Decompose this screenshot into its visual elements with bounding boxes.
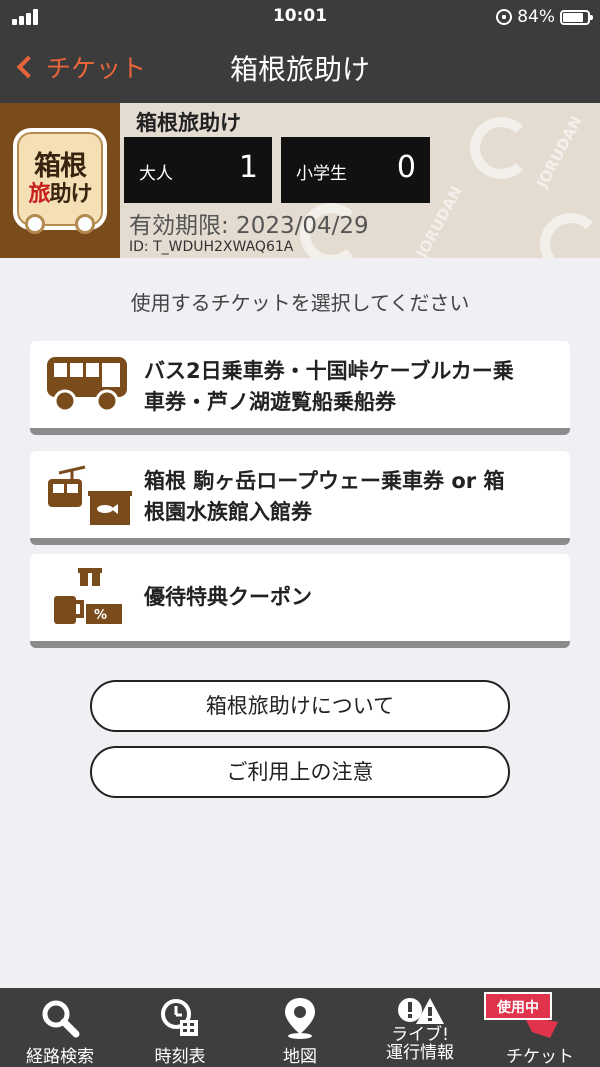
ticket-title: 箱根旅助け: [136, 111, 241, 135]
notes-button[interactable]: ご利用上の注意: [90, 746, 510, 798]
clock-icon: [161, 999, 198, 1036]
tab-label: 経路検索: [26, 1047, 94, 1067]
adult-label: 大人: [139, 164, 173, 184]
battery-icon: [560, 9, 593, 25]
tab-map[interactable]: 地図: [240, 988, 360, 1067]
ticket-id: ID: T_WDUH2XWAQ61A: [129, 239, 294, 255]
adult-count: 1: [238, 150, 258, 185]
option-coupon[interactable]: % 優待特典クーポン: [30, 554, 570, 648]
rotation-lock-icon: [496, 9, 513, 25]
svg-text:%: %: [94, 608, 107, 623]
about-button[interactable]: 箱根旅助けについて: [90, 680, 510, 732]
status-bar: 10:01 84%: [0, 0, 600, 34]
option-ropeway-aquarium[interactable]: 箱根 駒ヶ岳ロープウェー乗車券 or 箱 根園水族館入館券: [30, 451, 570, 545]
ticket-header: JORUDAN JORUDAN 箱根 旅助け 箱根旅助け 大人 1 小学生 0 …: [0, 103, 600, 258]
option-bus-cable-boat[interactable]: バス2日乗車券・十国峠ケーブルカー乗 車券・芦ノ湖遊覧船乗船券: [30, 341, 570, 435]
bus-icon: [47, 357, 127, 413]
validity-date: 有効期限: 2023/04/29: [129, 213, 369, 239]
child-label: 小学生: [296, 164, 347, 184]
option-label-line2: 車券・芦ノ湖遊覧船乗船券: [144, 390, 396, 414]
nav-bar: チケット 箱根旅助け: [0, 34, 600, 100]
instruction-text: 使用するチケットを選択してください: [130, 291, 470, 315]
map-pin-icon: [285, 998, 315, 1039]
tab-label: 地図: [283, 1047, 317, 1067]
option-label-line1: バス2日乗車券・十国峠ケーブルカー乗: [144, 359, 514, 383]
watermark-logo: [470, 117, 532, 179]
coupon-icon: %: [54, 568, 122, 624]
live-info-icon: [398, 998, 444, 1024]
page-title: 箱根旅助け: [229, 53, 370, 86]
hakone-bus-logo: 箱根 旅助け: [13, 128, 107, 234]
in-use-badge: 使用中: [484, 992, 552, 1020]
adult-count-box: 大人 1: [124, 137, 272, 203]
logo-text-line2: 旅助け: [28, 182, 92, 207]
watermark-text: JORUDAN: [532, 113, 586, 191]
tab-label: チケット: [506, 1047, 574, 1067]
ticket-logo-panel: 箱根 旅助け: [0, 103, 120, 258]
option-label-line2: 根園水族館入館券: [144, 500, 312, 524]
ropeway-aquarium-icon: [48, 465, 132, 525]
battery-percent: 84%: [517, 7, 555, 27]
tab-route-search[interactable]: 経路検索: [0, 988, 120, 1067]
child-count: 0: [396, 150, 416, 185]
top-bar: 10:01 84% チケット 箱根旅助け: [0, 0, 600, 103]
child-count-box: 小学生 0: [281, 137, 430, 203]
tab-live-info[interactable]: ライブ! 運行情報: [360, 988, 480, 1067]
tab-label: ライブ! 運行情報: [386, 1025, 454, 1063]
tab-label: 時刻表: [154, 1047, 206, 1067]
option-label-line1: 箱根 駒ヶ岳ロープウェー乗車券 or 箱: [144, 469, 505, 493]
watermark-logo: [540, 213, 600, 258]
tab-timetable[interactable]: 時刻表: [120, 988, 240, 1067]
option-label: 優待特典クーポン: [144, 585, 312, 609]
search-icon: [42, 1000, 80, 1038]
